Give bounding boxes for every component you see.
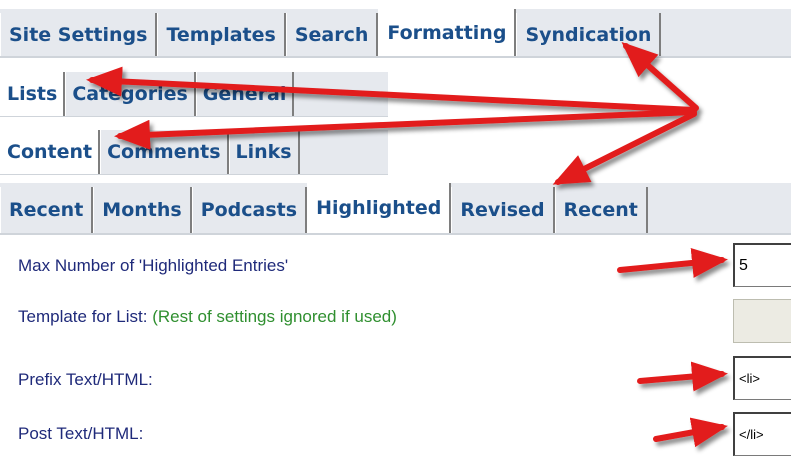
tab-general[interactable]: General <box>195 72 295 116</box>
tab-formatting[interactable]: Formatting <box>378 9 517 56</box>
tab-templates[interactable]: Templates <box>157 13 286 56</box>
tab-categories[interactable]: Categories <box>65 72 196 116</box>
template-list-input[interactable] <box>733 299 791 343</box>
arrow-to-max-entries <box>617 247 728 278</box>
arrow-to-highlighted-tab <box>552 111 697 185</box>
arrow-to-prefix <box>637 361 728 392</box>
max-entries-input[interactable] <box>733 243 791 287</box>
tab-months[interactable]: Months <box>93 187 192 233</box>
tab-syndication[interactable]: Syndication <box>516 13 662 56</box>
top-tab-bar: Site Settings Templates Search Formattin… <box>0 9 791 58</box>
formatting-subtab-bar: Lists Categories General <box>0 72 388 117</box>
template-list-hint: (Rest of settings ignored if used) <box>152 307 397 326</box>
lists-subtab-bar: Content Comments Links <box>0 130 388 175</box>
tab-content[interactable]: Content <box>0 130 101 174</box>
tab-site-settings[interactable]: Site Settings <box>0 13 158 56</box>
prefix-input[interactable] <box>733 356 791 400</box>
post-input[interactable] <box>733 412 791 456</box>
tab-comments[interactable]: Comments <box>100 130 229 174</box>
tab-links[interactable]: Links <box>228 130 300 174</box>
tab-lists[interactable]: Lists <box>0 72 66 116</box>
tab-recent-2[interactable]: Recent <box>554 187 648 233</box>
template-list-label: Template for List: (Rest of settings ign… <box>18 307 397 327</box>
template-list-label-text: Template for List: <box>18 307 148 326</box>
arrow-to-post <box>653 417 728 448</box>
content-subtab-bar: Recent Months Podcasts Highlighted Revis… <box>0 183 791 235</box>
tab-search[interactable]: Search <box>285 13 379 56</box>
tab-revised[interactable]: Revised <box>451 187 555 233</box>
max-entries-label: Max Number of 'Highlighted Entries' <box>18 256 289 275</box>
tab-podcasts[interactable]: Podcasts <box>191 187 308 233</box>
tab-recent[interactable]: Recent <box>0 187 94 233</box>
tab-highlighted[interactable]: Highlighted <box>307 183 452 233</box>
post-label: Post Text/HTML: <box>18 424 144 443</box>
prefix-label: Prefix Text/HTML: <box>18 370 153 389</box>
